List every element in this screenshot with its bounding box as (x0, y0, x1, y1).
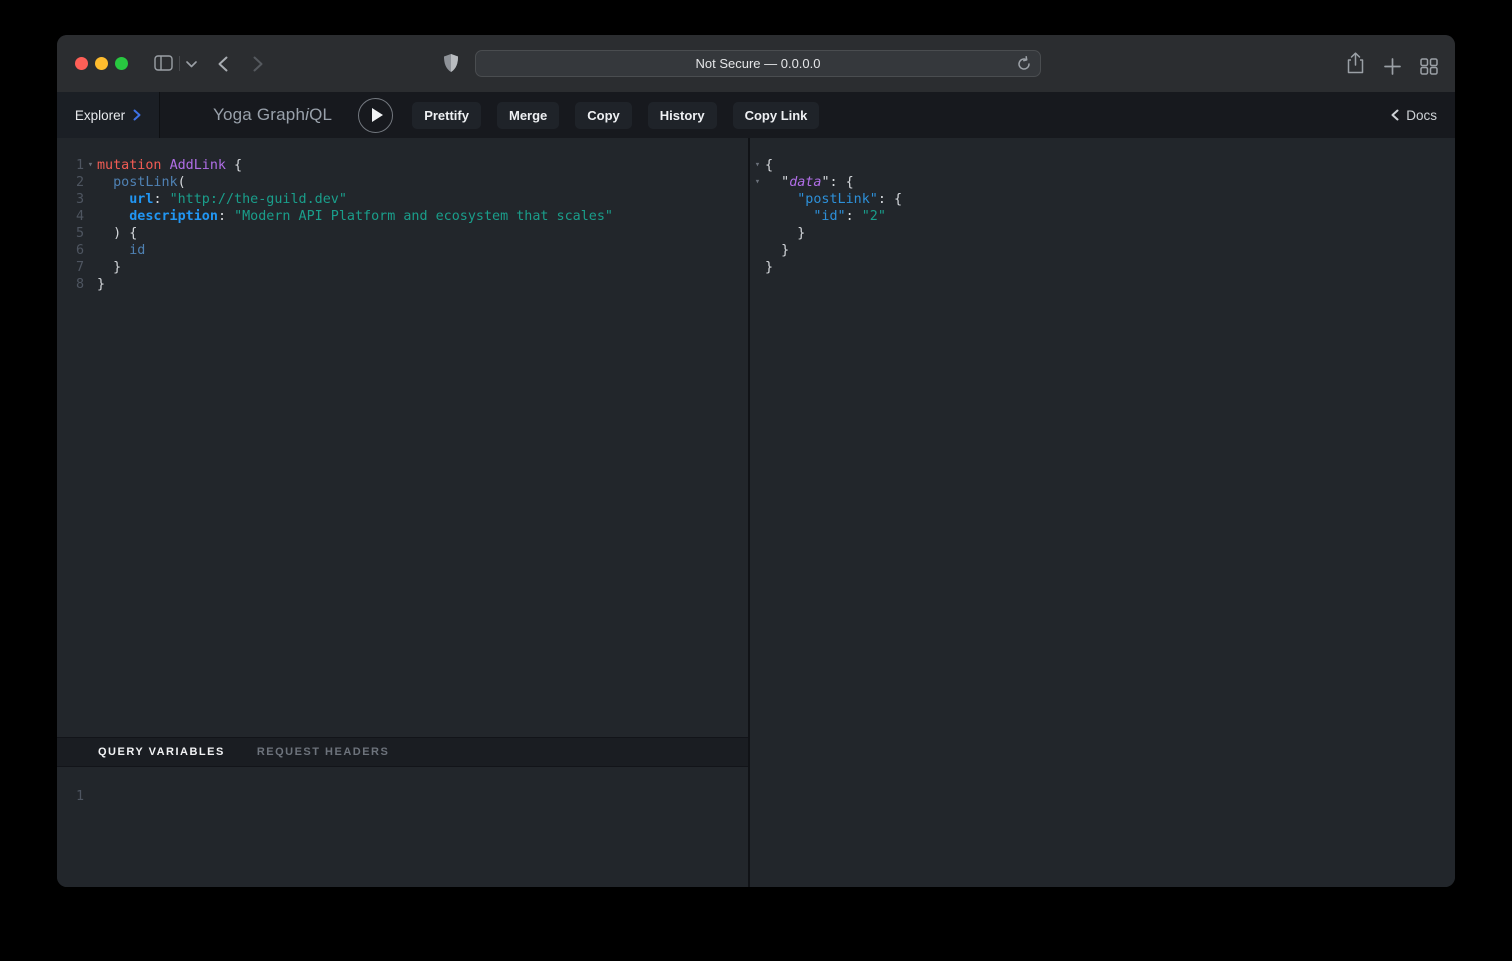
query-editor[interactable]: 1▾mutation AddLink {2 postLink(3 url: "h… (57, 138, 748, 737)
execute-query-button[interactable] (358, 98, 393, 133)
copy-button[interactable]: Copy (575, 102, 632, 129)
code-line: 5 ) { (57, 225, 748, 242)
toolbar-buttons: Prettify Merge Copy History Copy Link (412, 102, 819, 129)
fold-gutter (84, 788, 97, 805)
merge-button[interactable]: Merge (497, 102, 559, 129)
share-icon[interactable] (1347, 52, 1364, 74)
fold-gutter (84, 174, 97, 191)
app-title: Yoga GraphiQL (213, 105, 332, 125)
code-text: mutation AddLink { (97, 157, 242, 174)
line-number: 5 (57, 225, 84, 242)
tab-query-variables[interactable]: QUERY VARIABLES (98, 746, 225, 758)
window-controls (75, 57, 128, 70)
code-line: } (750, 242, 1455, 259)
forward-button[interactable] (253, 56, 263, 72)
line-number: 8 (57, 276, 84, 293)
code-text: postLink( (97, 174, 186, 191)
code-text: description: "Modern API Platform and ec… (97, 208, 613, 225)
minimize-window-button[interactable] (95, 57, 108, 70)
chevron-down-icon[interactable] (186, 61, 197, 68)
code-line: 7 } (57, 259, 748, 276)
explorer-label: Explorer (75, 108, 125, 123)
fold-arrow-icon[interactable]: ▾ (84, 157, 97, 174)
line-number: 1 (57, 157, 84, 174)
browser-window: Not Secure — 0.0.0.0 Explorer (57, 35, 1455, 887)
code-text: ) { (97, 225, 137, 242)
line-number: 3 (57, 191, 84, 208)
code-text: "postLink": { (765, 191, 902, 208)
code-text: } (765, 259, 773, 276)
sidebar-toggle-icon[interactable] (154, 55, 173, 71)
variables-editor[interactable]: 1 (57, 767, 748, 887)
explorer-toggle[interactable]: Explorer (57, 92, 160, 138)
code-line: 1▾mutation AddLink { (57, 157, 748, 174)
code-text: url: "http://the-guild.dev" (97, 191, 347, 208)
address-bar[interactable]: Not Secure — 0.0.0.0 (475, 50, 1041, 77)
code-text: id (97, 242, 145, 259)
fold-gutter (84, 242, 97, 259)
code-text: } (765, 242, 789, 259)
code-text: } (97, 276, 105, 293)
back-button[interactable] (218, 56, 228, 72)
code-line: 4 description: "Modern API Platform and … (57, 208, 748, 225)
code-text: "data": { (765, 174, 854, 191)
left-pane: 1▾mutation AddLink {2 postLink(3 url: "h… (57, 138, 748, 887)
new-tab-icon[interactable] (1384, 58, 1401, 75)
privacy-shield-icon[interactable] (443, 53, 459, 73)
tab-overview-icon[interactable] (1420, 58, 1438, 75)
code-line: ▾ "data": { (750, 174, 1455, 191)
reload-icon[interactable] (1016, 56, 1032, 72)
line-number: 4 (57, 208, 84, 225)
code-line: 8} (57, 276, 748, 293)
code-text: { (765, 157, 773, 174)
response-viewer: ▾{▾ "data": { "postLink": { "id": "2" } … (750, 138, 1455, 887)
fold-gutter (84, 276, 97, 293)
browser-titlebar: Not Secure — 0.0.0.0 (57, 35, 1455, 92)
variables-tabbar: QUERY VARIABLES REQUEST HEADERS (57, 737, 748, 767)
code-text: } (97, 259, 121, 276)
code-line: "postLink": { (750, 191, 1455, 208)
fold-gutter (84, 191, 97, 208)
fold-gutter (750, 225, 765, 242)
code-text: } (765, 225, 805, 242)
fold-gutter (750, 242, 765, 259)
fold-gutter (750, 259, 765, 276)
line-number: 7 (57, 259, 84, 276)
play-icon (372, 108, 383, 122)
code-text: "id": "2" (765, 208, 886, 225)
graphiql-toolbar: Explorer Yoga GraphiQL Prettify Merge Copy… (57, 92, 1455, 138)
chevron-right-icon (133, 109, 141, 121)
fold-gutter (750, 191, 765, 208)
fold-gutter (84, 208, 97, 225)
fold-gutter (84, 225, 97, 242)
line-number: 1 (57, 788, 84, 805)
toolbar-divider (179, 56, 180, 71)
close-window-button[interactable] (75, 57, 88, 70)
fold-arrow-icon[interactable]: ▾ (750, 157, 765, 174)
fold-gutter (750, 208, 765, 225)
copy-link-button[interactable]: Copy Link (733, 102, 820, 129)
code-line: ▾{ (750, 157, 1455, 174)
docs-label: Docs (1406, 108, 1437, 123)
code-line: 6 id (57, 242, 748, 259)
code-line: "id": "2" (750, 208, 1455, 225)
prettify-button[interactable]: Prettify (412, 102, 481, 129)
line-number: 2 (57, 174, 84, 191)
main-content: 1▾mutation AddLink {2 postLink(3 url: "h… (57, 138, 1455, 887)
code-line: 1 (57, 788, 748, 805)
code-line: } (750, 225, 1455, 242)
fold-gutter (84, 259, 97, 276)
zoom-window-button[interactable] (115, 57, 128, 70)
code-line: } (750, 259, 1455, 276)
fold-arrow-icon[interactable]: ▾ (750, 174, 765, 191)
tab-request-headers[interactable]: REQUEST HEADERS (257, 746, 390, 758)
code-line: 2 postLink( (57, 174, 748, 191)
chevron-left-icon (1391, 109, 1399, 121)
history-button[interactable]: History (648, 102, 717, 129)
line-number: 6 (57, 242, 84, 259)
code-line: 3 url: "http://the-guild.dev" (57, 191, 748, 208)
address-text: Not Secure — 0.0.0.0 (695, 56, 820, 71)
docs-button[interactable]: Docs (1391, 108, 1437, 123)
